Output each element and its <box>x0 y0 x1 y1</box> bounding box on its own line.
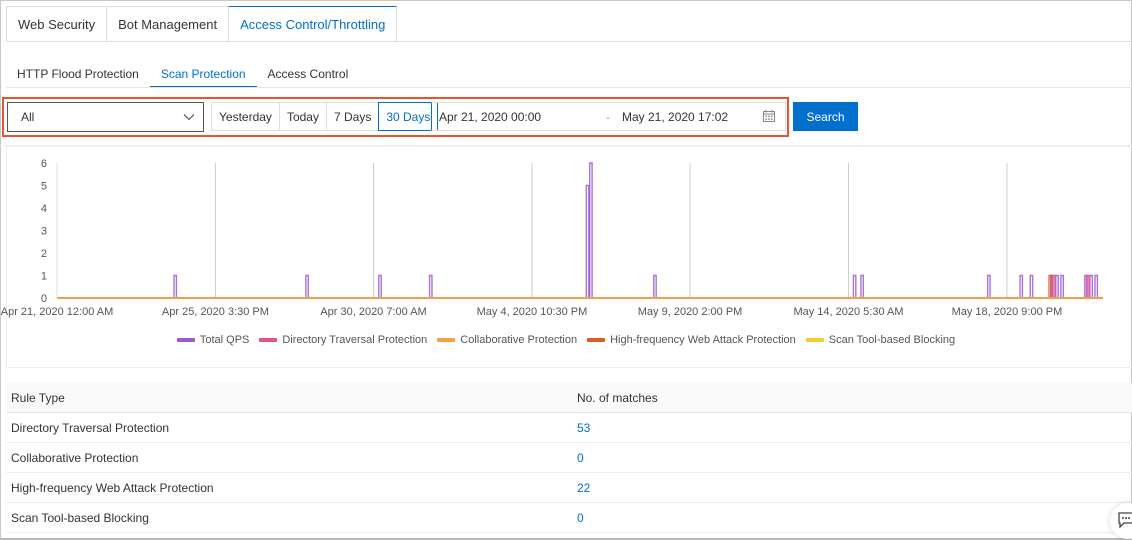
x-tick-label: Apr 21, 2020 12:00 AM <box>1 306 114 318</box>
y-tick-label: 5 <box>41 181 47 193</box>
rule-type-cell: High-frequency Web Attack Protection <box>11 480 214 495</box>
series-spike-total-qps <box>860 274 865 298</box>
matches-link[interactable]: 0 <box>572 511 584 525</box>
subtab-scan-protection[interactable]: Scan Protection <box>149 60 257 88</box>
legend-item-collaborative-protection[interactable]: Collaborative Protection <box>437 332 577 348</box>
header-matches: No. of matches <box>577 390 658 405</box>
date-range-picker[interactable]: Apr 21, 2020 00:00 - May 21, 2020 17:02 <box>431 102 786 131</box>
table-row: Scan Tool-based Blocking 0 <box>6 503 1132 533</box>
rule-type-cell: Scan Tool-based Blocking <box>11 510 149 525</box>
table-row: Collaborative Protection 0 <box>6 443 1132 473</box>
date-separator: - <box>606 110 610 124</box>
rule-type-cell: Collaborative Protection <box>11 450 139 465</box>
range-7-days-button[interactable]: 7 Days <box>325 102 379 131</box>
series-spike-total-qps <box>1055 274 1059 298</box>
series-spike-total-qps <box>428 274 433 298</box>
legend-label: Directory Traversal Protection <box>282 334 428 346</box>
chevron-down-icon <box>183 114 195 121</box>
y-tick-label: 6 <box>41 158 47 170</box>
x-tick-label: May 4, 2020 10:30 PM <box>477 306 588 318</box>
series-spike-total-qps <box>1019 274 1024 298</box>
series-spike-total-qps <box>1094 274 1099 298</box>
chart-legend: Total QPS Directory Traversal Protection C… <box>0 332 1132 348</box>
legend-label: Total QPS <box>199 334 250 346</box>
y-tick-label: 3 <box>41 226 47 238</box>
feedback-icon <box>1118 512 1132 528</box>
x-tick-label: Apr 30, 2020 7:00 AM <box>320 306 426 318</box>
qps-line-chart: 0 1 2 3 4 5 6 Apr 21, 2020 12:00 AM Apr 25, 2020… <box>1 158 1103 318</box>
subtab-access-control[interactable]: Access Control <box>257 60 360 88</box>
series-spike-total-qps <box>589 162 593 298</box>
table-header: Rule Type No. of matches <box>6 383 1132 413</box>
subtab-http-flood-protection[interactable]: HTTP Flood Protection <box>6 60 150 88</box>
matches-link[interactable]: 22 <box>572 481 590 495</box>
x-tick-label: May 9, 2020 2:00 PM <box>638 306 743 318</box>
tab-bot-management[interactable]: Bot Management <box>106 6 229 42</box>
x-tick-label: Apr 25, 2020 3:30 PM <box>162 306 269 318</box>
search-button[interactable]: Search <box>793 102 858 131</box>
series-spike-total-qps <box>852 274 857 298</box>
legend-label: Scan Tool-based Blocking <box>828 334 956 346</box>
header-rule-type: Rule Type <box>11 390 65 405</box>
range-30-days-button[interactable]: 30 Days <box>378 102 439 131</box>
legend-swatch <box>259 338 278 342</box>
select-value: All <box>21 110 35 124</box>
y-tick-label: 0 <box>41 293 47 305</box>
range-yesterday-button[interactable]: Yesterday <box>211 102 279 131</box>
legend-item-high-frequency-web-attack-protection[interactable]: High-frequency Web Attack Protection <box>587 332 796 348</box>
y-tick-label: 4 <box>41 203 47 215</box>
legend-swatch <box>437 338 456 342</box>
y-tick-label: 2 <box>41 248 47 260</box>
series-spike-total-qps <box>585 184 590 298</box>
series-spike-total-qps <box>1089 274 1093 298</box>
rule-type-select[interactable]: All <box>7 102 204 132</box>
series-spike-total-qps <box>378 274 382 298</box>
tabs-divider <box>6 41 1132 42</box>
end-date-input[interactable]: May 21, 2020 17:02 <box>622 110 728 124</box>
sub-tabs: HTTP Flood Protection Scan Protection Ac… <box>6 60 359 88</box>
y-tick-label: 1 <box>41 271 47 283</box>
table-row: Directory Traversal Protection 53 <box>6 413 1132 443</box>
tab-access-control-throttling[interactable]: Access Control/Throttling <box>228 6 398 42</box>
series-spike-total-qps <box>653 274 657 298</box>
range-today-button[interactable]: Today <box>278 102 326 131</box>
series-spike-total-qps <box>1029 274 1034 298</box>
series-spike-total-qps <box>1060 274 1065 298</box>
series-spike-total-qps <box>173 274 178 298</box>
legend-swatch <box>587 338 606 342</box>
legend-swatch <box>176 338 195 342</box>
table-row: High-frequency Web Attack Protection 22 <box>6 473 1132 503</box>
x-tick-label: May 18, 2020 9:00 PM <box>952 306 1063 318</box>
rule-matches-table: Rule Type No. of matches Directory Trave… <box>6 383 1132 533</box>
legend-item-total-qps[interactable]: Total QPS <box>176 332 250 348</box>
subtabs-divider <box>6 87 1132 88</box>
quick-range-group: Yesterday Today 7 Days 30 Days <box>211 102 439 131</box>
legend-item-directory-traversal-protection[interactable]: Directory Traversal Protection <box>259 332 427 348</box>
series-spike-total-qps <box>305 274 309 298</box>
legend-label: High-frequency Web Attack Protection <box>610 334 796 346</box>
matches-link[interactable]: 0 <box>572 451 584 465</box>
legend-label: Collaborative Protection <box>460 334 578 346</box>
legend-swatch <box>805 338 824 342</box>
x-tick-label: May 14, 2020 5:30 AM <box>793 306 903 318</box>
rule-type-cell: Directory Traversal Protection <box>11 420 170 435</box>
start-date-input[interactable]: Apr 21, 2020 00:00 <box>439 110 541 124</box>
legend-item-scan-tool-based-blocking[interactable]: Scan Tool-based Blocking <box>805 332 956 348</box>
top-tabs: Web Security Bot Management Access Contr… <box>6 6 398 42</box>
matches-link[interactable]: 53 <box>572 421 590 435</box>
calendar-icon[interactable] <box>763 110 775 122</box>
tab-web-security[interactable]: Web Security <box>6 6 107 42</box>
series-spike-total-qps <box>986 274 991 298</box>
